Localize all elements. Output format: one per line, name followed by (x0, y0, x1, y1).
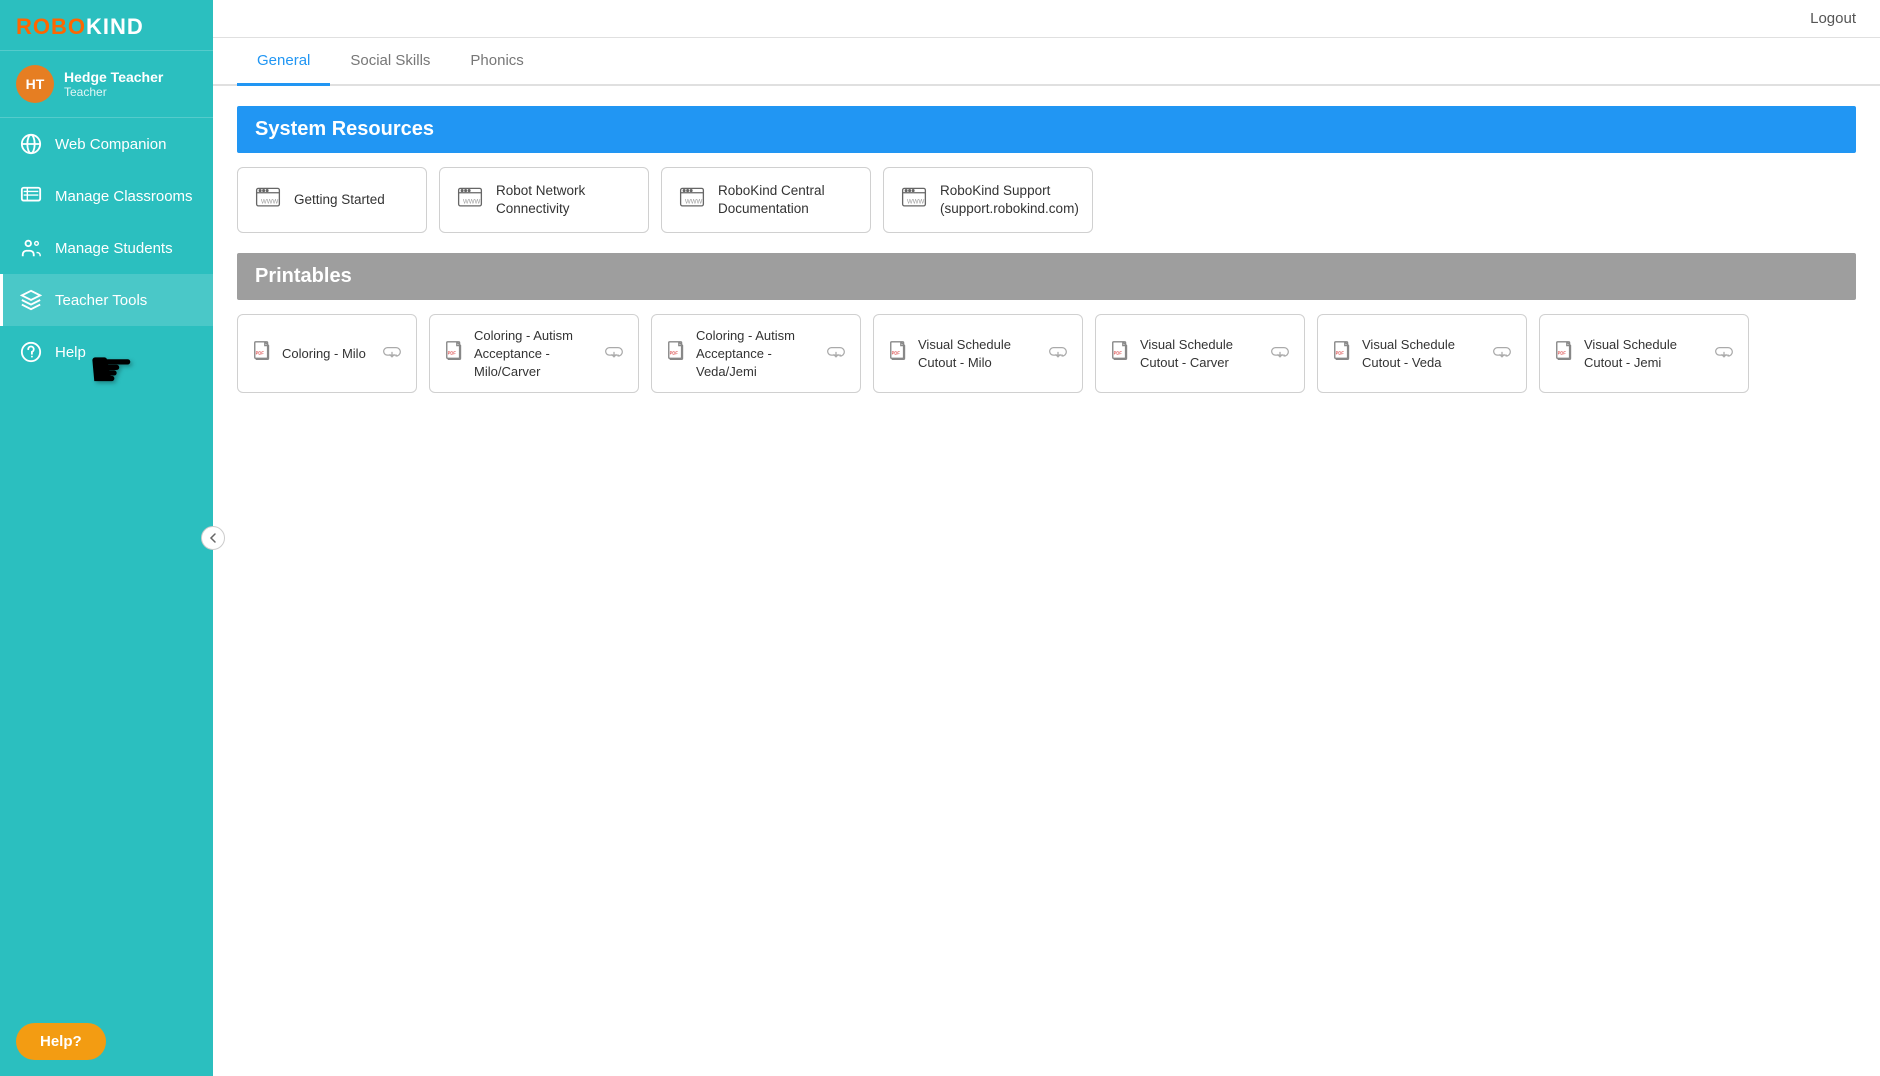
user-section: HT Hedge Teacher Teacher (0, 51, 213, 118)
manage-students-icon (19, 236, 43, 260)
user-name: Hedge Teacher (64, 69, 163, 85)
logo: ROBOKIND (0, 0, 213, 51)
printable-card-visual-schedule-milo-label: Visual Schedule Cutout - Milo (918, 336, 1038, 371)
sidebar-item-teacher-tools[interactable]: Teacher Tools (0, 274, 213, 326)
content-body: System Resources WWW Getting (213, 106, 1880, 417)
resource-card-robokind-central[interactable]: WWW RoboKind Central Documentation (661, 167, 871, 233)
sidebar-collapse-button[interactable] (201, 526, 225, 550)
cloud-download-icon-visual-schedule-jemi (1714, 341, 1734, 366)
cloud-download-icon-visual-schedule-carver (1270, 341, 1290, 366)
system-resources-grid: WWW Getting Started WWW (237, 167, 1856, 233)
printable-card-autism-veda-jemi-label: Coloring - Autism Acceptance - Veda/Jemi (696, 327, 816, 380)
sidebar-item-web-companion-label: Web Companion (55, 136, 166, 153)
teacher-tools-icon (19, 288, 43, 312)
resource-card-robokind-central-label: RoboKind Central Documentation (718, 182, 854, 218)
cloud-download-icon-visual-schedule-milo (1048, 341, 1068, 366)
help-button[interactable]: Help? (16, 1023, 106, 1060)
printable-card-coloring-autism-milo-carver[interactable]: PDF Coloring - Autism Acceptance - Milo/… (429, 314, 639, 393)
www-icon-robokind-central: WWW (678, 184, 706, 217)
main-content: Logout General Social Skills Phonics Sys… (213, 0, 1880, 1076)
printables-grid: PDF Coloring - Milo (237, 314, 1856, 393)
sidebar-item-help-label: Help (55, 344, 86, 361)
printable-card-visual-schedule-jemi[interactable]: PDF Visual Schedule Cutout - Jemi (1539, 314, 1749, 393)
svg-text:PDF: PDF (1558, 351, 1567, 356)
printable-card-coloring-milo[interactable]: PDF Coloring - Milo (237, 314, 417, 393)
printable-card-visual-schedule-veda-label: Visual Schedule Cutout - Veda (1362, 336, 1482, 371)
web-companion-icon (19, 132, 43, 156)
svg-text:WWW: WWW (907, 198, 925, 205)
svg-text:PDF: PDF (1114, 351, 1123, 356)
sidebar-item-help[interactable]: Help (0, 326, 213, 378)
www-icon-robot-network: WWW (456, 184, 484, 217)
cloud-download-icon-autism-milo-carver (604, 341, 624, 366)
printable-card-visual-schedule-carver[interactable]: PDF Visual Schedule Cutout - Carver (1095, 314, 1305, 393)
printable-card-visual-schedule-milo[interactable]: PDF Visual Schedule Cutout - Milo (873, 314, 1083, 393)
resource-card-robot-network[interactable]: WWW Robot Network Connectivity (439, 167, 649, 233)
printable-card-autism-milo-carver-label: Coloring - Autism Acceptance - Milo/Carv… (474, 327, 594, 380)
svg-text:WWW: WWW (463, 198, 481, 205)
logo-rk: ROBO (16, 14, 86, 39)
pdf-icon-visual-schedule-carver: PDF (1110, 340, 1132, 367)
top-bar: Logout (213, 0, 1880, 38)
printable-card-coloring-autism-veda-jemi[interactable]: PDF Coloring - Autism Acceptance - Veda/… (651, 314, 861, 393)
sidebar-item-web-companion[interactable]: Web Companion (0, 118, 213, 170)
logout-button[interactable]: Logout (1810, 10, 1856, 27)
svg-text:PDF: PDF (670, 351, 679, 356)
tab-social-skills[interactable]: Social Skills (330, 38, 450, 86)
svg-text:PDF: PDF (448, 351, 457, 356)
resource-card-getting-started[interactable]: WWW Getting Started (237, 167, 427, 233)
svg-text:PDF: PDF (1336, 351, 1345, 356)
resource-card-robokind-support-label: RoboKind Support (support.robokind.com) (940, 182, 1079, 218)
svg-text:PDF: PDF (256, 351, 265, 356)
logo-kind: KIND (86, 14, 144, 39)
printables-header: Printables (237, 253, 1856, 300)
pdf-icon-autism-veda-jemi: PDF (666, 340, 688, 367)
content-area: General Social Skills Phonics System Res… (213, 38, 1880, 1076)
svg-text:WWW: WWW (685, 198, 703, 205)
printable-card-visual-schedule-carver-label: Visual Schedule Cutout - Carver (1140, 336, 1260, 371)
pdf-icon-autism-milo-carver: PDF (444, 340, 466, 367)
pdf-icon-visual-schedule-milo: PDF (888, 340, 910, 367)
printable-card-visual-schedule-veda[interactable]: PDF Visual Schedule Cutout - Veda (1317, 314, 1527, 393)
help-icon (19, 340, 43, 364)
svg-text:WWW: WWW (261, 198, 279, 205)
cloud-download-icon-visual-schedule-veda (1492, 341, 1512, 366)
printable-card-coloring-milo-label: Coloring - Milo (282, 345, 366, 363)
resource-card-getting-started-label: Getting Started (294, 191, 385, 209)
sidebar: ROBOKIND HT Hedge Teacher Teacher Web Co… (0, 0, 213, 1076)
pdf-icon-visual-schedule-veda: PDF (1332, 340, 1354, 367)
system-resources-header: System Resources (237, 106, 1856, 153)
tab-phonics[interactable]: Phonics (450, 38, 543, 86)
sidebar-item-manage-students[interactable]: Manage Students (0, 222, 213, 274)
svg-text:PDF: PDF (892, 351, 901, 356)
avatar: HT (16, 65, 54, 103)
sidebar-item-manage-classrooms-label: Manage Classrooms (55, 188, 193, 205)
sidebar-item-manage-classrooms[interactable]: Manage Classrooms (0, 170, 213, 222)
printable-card-visual-schedule-jemi-label: Visual Schedule Cutout - Jemi (1584, 336, 1704, 371)
nav-items: Web Companion Manage Classrooms Manage S… (0, 118, 213, 1007)
www-icon-getting-started: WWW (254, 184, 282, 217)
tabs: General Social Skills Phonics (213, 38, 1880, 86)
resource-card-robot-network-label: Robot Network Connectivity (496, 182, 632, 218)
resource-card-robokind-support[interactable]: WWW RoboKind Support (support.robokind.c… (883, 167, 1093, 233)
user-role: Teacher (64, 85, 163, 99)
pdf-icon-visual-schedule-jemi: PDF (1554, 340, 1576, 367)
sidebar-item-manage-students-label: Manage Students (55, 240, 173, 257)
cloud-download-icon-coloring-milo (382, 341, 402, 366)
manage-classrooms-icon (19, 184, 43, 208)
www-icon-robokind-support: WWW (900, 184, 928, 217)
cloud-download-icon-autism-veda-jemi (826, 341, 846, 366)
tab-general[interactable]: General (237, 38, 330, 86)
sidebar-item-teacher-tools-label: Teacher Tools (55, 292, 147, 309)
pdf-icon-coloring-milo: PDF (252, 340, 274, 367)
